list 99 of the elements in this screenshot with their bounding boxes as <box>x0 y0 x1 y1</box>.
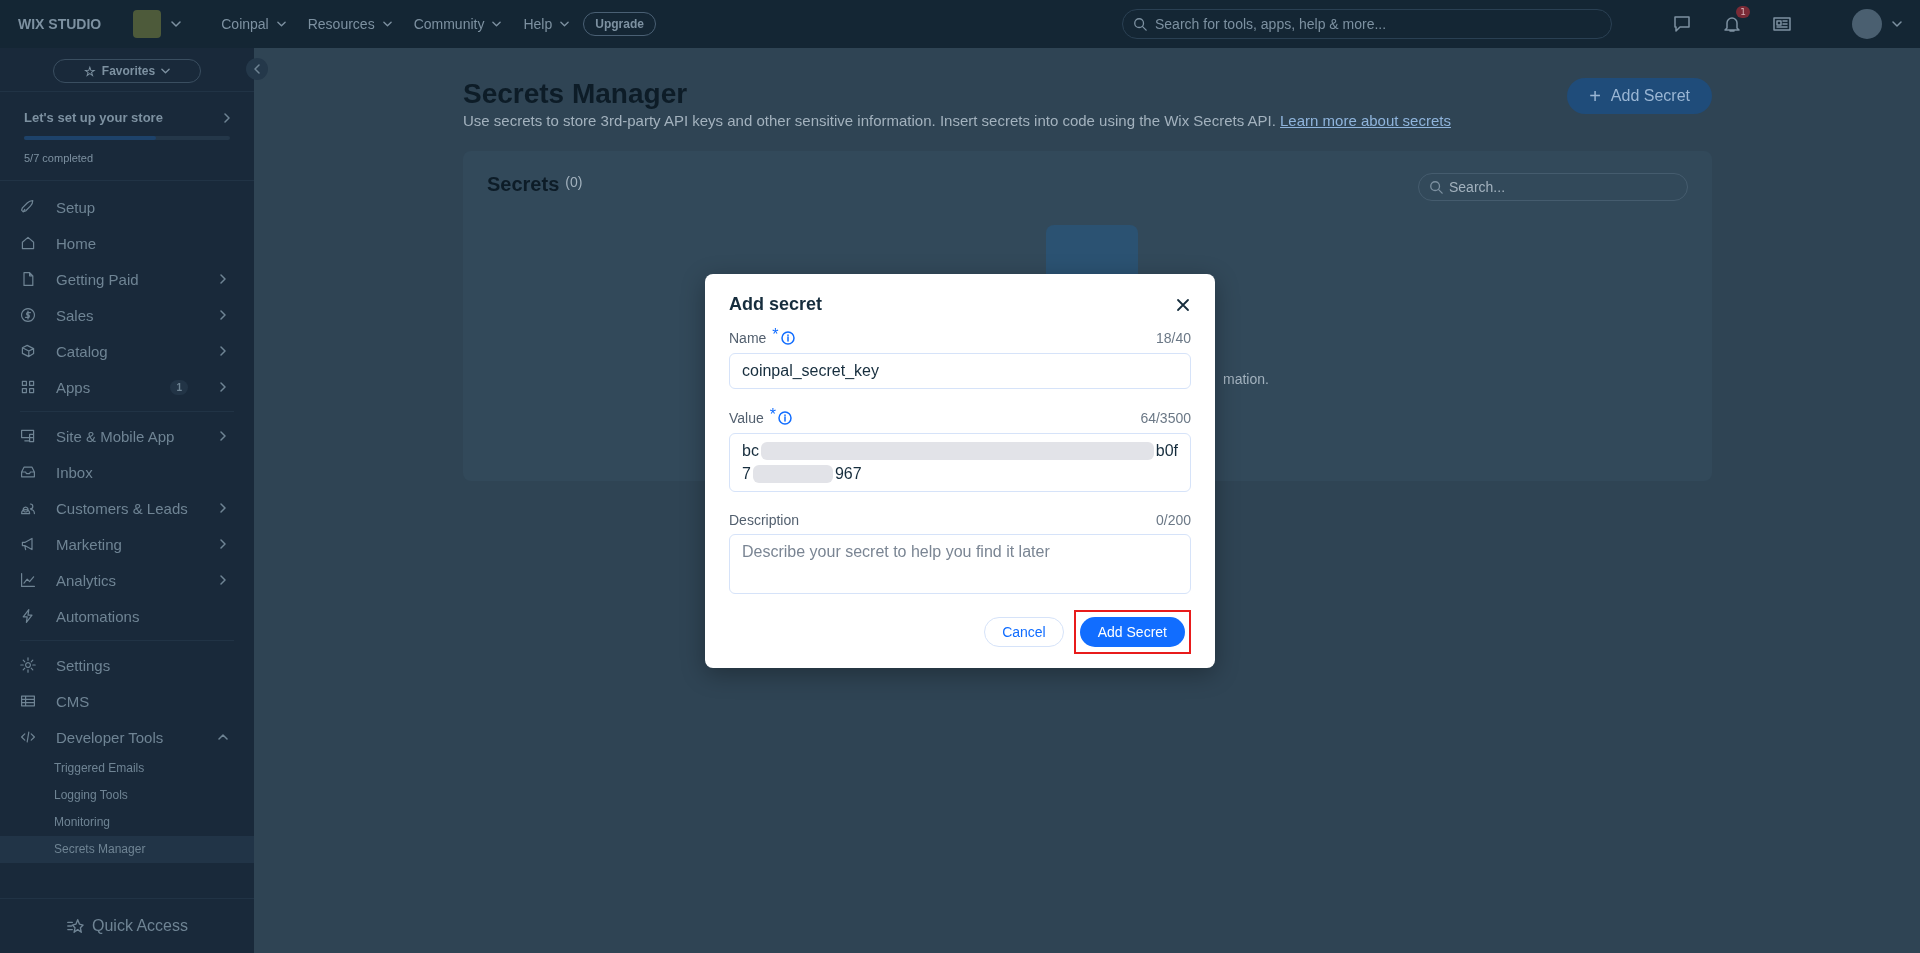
caret-icon <box>492 21 502 27</box>
site-thumbnail-icon[interactable] <box>133 10 162 38</box>
menu-button[interactable]: Community <box>405 12 510 36</box>
nav-item[interactable]: Developer Tools <box>20 719 234 755</box>
menu-button[interactable]: Coinpal <box>213 12 294 36</box>
nav-item[interactable]: Apps 1 <box>20 369 234 405</box>
nav-item[interactable]: Inbox <box>20 454 234 490</box>
field-label: Description <box>729 512 800 528</box>
megaphone-icon <box>20 536 36 552</box>
character-counter: 18/40 <box>1155 330 1191 346</box>
chevron-icon <box>220 503 226 513</box>
nav-item[interactable]: Marketing <box>20 526 234 562</box>
nav-item[interactable]: Catalog <box>20 333 234 369</box>
cancel-button[interactable]: Cancel <box>984 617 1064 647</box>
dollar-coin-icon <box>20 307 36 323</box>
nav-item[interactable]: Setup <box>20 189 234 225</box>
grid-icon <box>20 379 36 395</box>
required-mark: * <box>772 326 779 344</box>
logo[interactable]: WIX STUDIO <box>18 16 102 32</box>
avatar[interactable] <box>1852 9 1882 39</box>
learn-more-link[interactable]: Learn more about secrets <box>1280 112 1451 129</box>
value-input[interactable]: bc b0f 7 967 <box>729 433 1191 492</box>
devices-icon <box>20 428 36 444</box>
info-icon[interactable] <box>780 331 795 345</box>
nav-item[interactable]: Home <box>20 225 234 261</box>
collapse-button[interactable] <box>246 58 268 80</box>
lightning-icon <box>20 608 36 624</box>
name-input[interactable]: coinpal_secret_key <box>729 353 1191 389</box>
caret-icon <box>382 21 392 27</box>
chevron-icon <box>220 539 226 549</box>
inbox-icon <box>20 464 36 480</box>
description-input[interactable]: Describe your secret to help you find it later <box>729 534 1191 594</box>
character-counter: 64/3500 <box>1140 410 1191 426</box>
search-icon <box>1133 17 1147 31</box>
progress-text: 5/7 completed <box>24 152 95 164</box>
search-field[interactable]: Search for tools, apps, help & more... <box>1122 9 1612 39</box>
settings-icon <box>20 657 36 673</box>
chevron-icon <box>220 310 226 320</box>
close-button[interactable] <box>1175 296 1191 313</box>
sub-nav-item[interactable]: Monitoring <box>0 809 254 836</box>
line-chart-icon <box>20 572 36 588</box>
empty-state-text: mation. <box>1223 371 1269 387</box>
search-field[interactable]: Search... <box>1418 173 1688 201</box>
caret-icon[interactable] <box>1892 21 1902 27</box>
chevron-icon <box>220 575 226 585</box>
character-counter: 0/200 <box>1155 512 1191 528</box>
nav-item[interactable]: Settings <box>20 647 234 683</box>
page-description: Use secrets to store 3rd-party API keys and other sensitive information. Insert secrets into code using the Wix Secrets API. Learn more about secrets <box>463 112 1451 129</box>
count-badge: 1 <box>170 379 188 395</box>
people-icon <box>20 500 36 516</box>
chevron-icon <box>254 64 260 74</box>
add-secret-button[interactable]: + Add Secret <box>1567 78 1712 114</box>
nav-item[interactable]: Getting Paid <box>20 261 234 297</box>
sub-nav-item[interactable]: Logging Tools <box>0 782 254 809</box>
document-icon <box>20 271 36 287</box>
chevron-icon <box>220 382 226 392</box>
chat-icon[interactable] <box>1672 14 1692 34</box>
value-text: b0f <box>1155 442 1178 461</box>
caret-icon <box>161 68 171 74</box>
nav-item[interactable]: CMS <box>20 683 234 719</box>
box-icon <box>20 343 36 359</box>
nav-item[interactable]: Automations <box>20 598 234 634</box>
value-text: 967 <box>834 464 862 483</box>
info-icon[interactable] <box>778 411 792 425</box>
nav-item[interactable]: Analytics <box>20 562 234 598</box>
table-icon <box>20 693 36 709</box>
chevron-icon <box>220 274 226 284</box>
chevron-icon <box>220 346 226 356</box>
quick-access-button[interactable]: Quick Access <box>60 916 194 936</box>
value-text: 7 <box>742 464 751 483</box>
notification-badge: 1 <box>1736 6 1750 18</box>
setup-title[interactable]: Let's set up your store <box>24 110 163 125</box>
value-text: bc <box>742 442 759 461</box>
rocket-icon <box>20 199 36 215</box>
close-icon <box>1176 297 1190 312</box>
chevron-icon <box>220 431 226 441</box>
sub-nav-item[interactable]: Triggered Emails <box>0 755 254 782</box>
caret-icon <box>560 21 570 27</box>
secret-count: (0) <box>565 174 583 190</box>
caret-icon[interactable] <box>171 21 182 27</box>
home-icon <box>20 235 36 251</box>
bell-icon[interactable] <box>1722 14 1742 34</box>
sub-nav-item[interactable]: Secrets Manager <box>0 836 254 863</box>
nav-item[interactable]: Site & Mobile App <box>20 418 234 454</box>
required-mark: * <box>769 406 776 424</box>
dialog-title: Add secret <box>729 294 823 315</box>
code-icon <box>20 729 36 745</box>
menu-button[interactable]: Help <box>515 12 578 36</box>
menu-button[interactable]: Resources <box>299 12 400 36</box>
sparkle-list-icon <box>66 917 84 935</box>
field-label: Value <box>729 410 764 426</box>
add-secret-button[interactable]: Add Secret <box>1079 617 1185 647</box>
chevron-icon[interactable] <box>224 112 230 123</box>
nav-item[interactable]: Customers & Leads <box>20 490 234 526</box>
caret-icon <box>276 21 286 27</box>
field-label: Name <box>729 330 767 346</box>
news-icon[interactable] <box>1772 14 1792 34</box>
search-icon <box>1429 180 1443 194</box>
nav-item[interactable]: Sales <box>20 297 234 333</box>
